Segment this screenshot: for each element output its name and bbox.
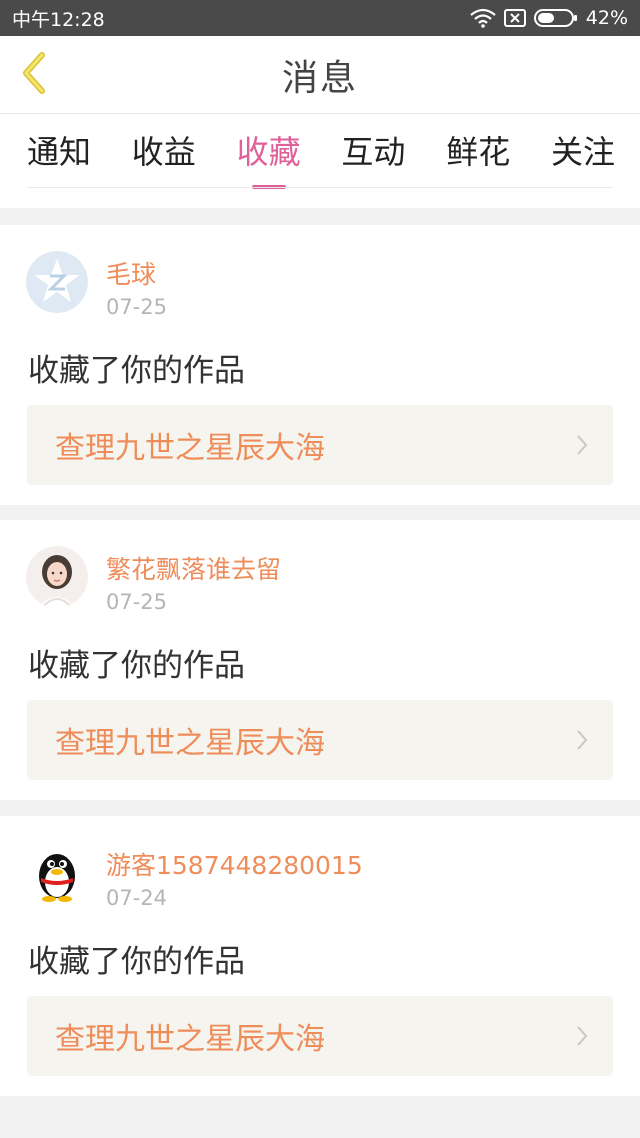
work-link[interactable]: 查理九世之星辰大海 bbox=[27, 405, 613, 485]
battery-icon bbox=[533, 8, 578, 28]
tab-earnings[interactable]: 收益 bbox=[132, 127, 196, 173]
action-text: 收藏了你的作品 bbox=[28, 648, 245, 684]
chevron-right-icon bbox=[575, 728, 589, 752]
message-card: 游客1587448280015 07-24 收藏了你的作品 查理九世之星辰大海 bbox=[0, 816, 640, 1096]
username[interactable]: 毛球 bbox=[106, 255, 156, 291]
message-date: 07-25 bbox=[106, 590, 168, 614]
message-card: 繁花飘落谁去留 07-25 收藏了你的作品 查理九世之星辰大海 bbox=[0, 520, 640, 800]
tab-bar: 通知 收益 收藏 互动 鲜花 关注 bbox=[0, 114, 640, 208]
status-icons: 42% bbox=[470, 7, 628, 29]
avatar[interactable] bbox=[26, 842, 88, 904]
app-header: 消息 bbox=[0, 36, 640, 114]
work-title: 查理九世之星辰大海 bbox=[55, 726, 325, 761]
work-link[interactable]: 查理九世之星辰大海 bbox=[27, 700, 613, 780]
message-date: 07-24 bbox=[106, 886, 168, 910]
chevron-right-icon bbox=[575, 433, 589, 457]
chevron-left-icon bbox=[18, 51, 50, 99]
work-title: 查理九世之星辰大海 bbox=[55, 431, 325, 466]
tab-flowers[interactable]: 鲜花 bbox=[446, 127, 510, 173]
chevron-right-icon bbox=[575, 1024, 589, 1048]
tab-interaction[interactable]: 互动 bbox=[341, 127, 405, 173]
status-bar: 中午12:28 42% bbox=[0, 0, 640, 36]
wifi-icon bbox=[470, 8, 496, 28]
message-card: 毛球 07-25 收藏了你的作品 查理九世之星辰大海 bbox=[0, 225, 640, 505]
username[interactable]: 游客1587448280015 bbox=[106, 846, 363, 882]
avatar[interactable] bbox=[26, 251, 88, 313]
tab-favorites[interactable]: 收藏 bbox=[237, 127, 301, 173]
back-button[interactable] bbox=[14, 50, 54, 100]
action-text: 收藏了你的作品 bbox=[28, 944, 245, 980]
sim-card-icon bbox=[503, 8, 526, 28]
qzone-star-avatar-icon bbox=[26, 251, 88, 313]
page-title: 消息 bbox=[281, 57, 358, 99]
girl-photo-avatar-icon bbox=[26, 546, 88, 608]
message-date: 07-25 bbox=[106, 295, 168, 319]
action-text: 收藏了你的作品 bbox=[28, 353, 245, 389]
qq-penguin-avatar-icon bbox=[26, 842, 88, 904]
tab-follow[interactable]: 关注 bbox=[551, 127, 615, 173]
tab-notification[interactable]: 通知 bbox=[27, 127, 91, 173]
username[interactable]: 繁花飘落谁去留 bbox=[106, 550, 281, 586]
tabs-divider bbox=[27, 187, 613, 188]
status-time: 中午12:28 bbox=[12, 8, 105, 31]
work-title: 查理九世之星辰大海 bbox=[55, 1022, 325, 1057]
work-link[interactable]: 查理九世之星辰大海 bbox=[27, 996, 613, 1076]
avatar[interactable] bbox=[26, 546, 88, 608]
battery-percent: 42% bbox=[585, 7, 628, 29]
